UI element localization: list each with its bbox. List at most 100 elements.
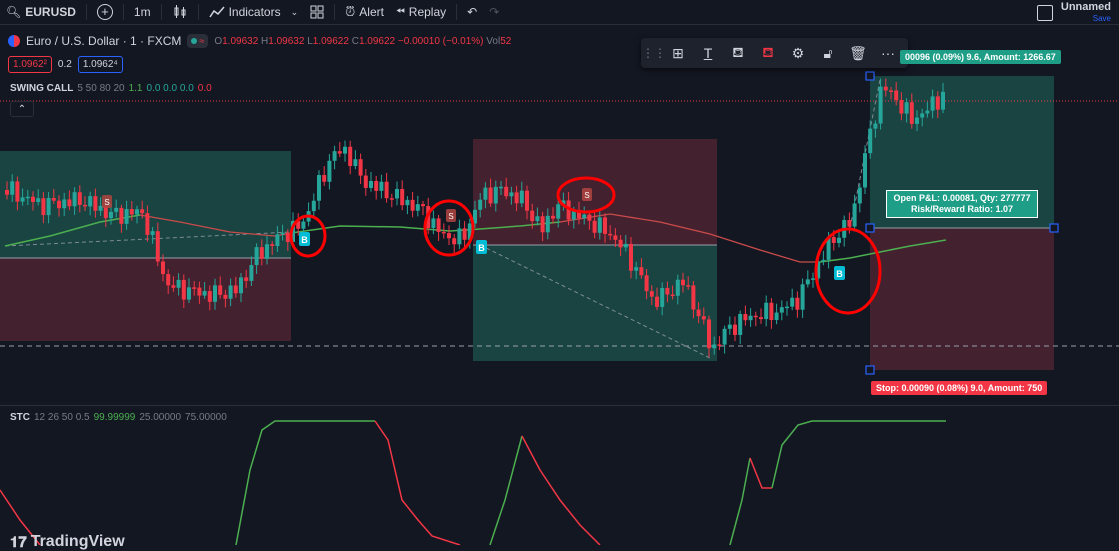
candle-body bbox=[873, 123, 878, 129]
candle-body bbox=[436, 218, 441, 232]
indicator-params: 5 50 80 20 bbox=[77, 83, 125, 94]
candle-body bbox=[759, 317, 763, 320]
paint-bucket-icon: ⛾ bbox=[732, 43, 744, 60]
candle-body bbox=[603, 217, 607, 234]
stc-line bbox=[749, 457, 772, 489]
line-color-button[interactable]: ⛾ bbox=[723, 38, 753, 68]
candle-body bbox=[717, 344, 722, 346]
candle-body bbox=[114, 207, 119, 212]
symbol-title[interactable]: Euro / U.S. Dollar · 1 · FXCM bbox=[26, 34, 181, 48]
candle-body bbox=[639, 267, 644, 276]
tradingview-logo[interactable]: 𝟏𝟕 TradingView bbox=[10, 533, 125, 551]
candle-body bbox=[384, 181, 389, 199]
candle-body bbox=[140, 209, 145, 214]
candle-body bbox=[915, 117, 919, 124]
price-chart[interactable]: B B B S S S bbox=[0, 0, 1119, 545]
drag-handle[interactable]: ⋮⋮ bbox=[642, 38, 666, 68]
candle-body bbox=[119, 207, 124, 224]
candle-body bbox=[493, 186, 498, 204]
candle-body bbox=[748, 315, 753, 321]
candle-body bbox=[452, 238, 457, 245]
fill-color-button[interactable]: ⛾ bbox=[753, 38, 783, 68]
stc-line bbox=[729, 457, 751, 545]
fill-bucket-icon: ⛾ bbox=[762, 43, 774, 60]
more-button[interactable]: ··· bbox=[873, 38, 903, 68]
indicator-value: 0.0 0.0 0.0 bbox=[146, 83, 194, 94]
position-handle[interactable] bbox=[865, 223, 875, 233]
candle-body bbox=[270, 244, 275, 247]
wave-icon: ≈ bbox=[199, 36, 205, 46]
indicator-value: 25.00000 bbox=[139, 412, 182, 423]
lock-button[interactable]: 🔓︎ bbox=[813, 38, 843, 68]
candle-body bbox=[883, 86, 888, 91]
candle-body bbox=[909, 102, 914, 124]
candle-body bbox=[124, 209, 129, 224]
drawing-toolbar: ⋮⋮ ⊞ T ⛾ ⛾ ⚙ 🔓︎ 🗑︎ ··· bbox=[641, 38, 908, 68]
candle-body bbox=[36, 198, 41, 202]
candle-body bbox=[280, 232, 285, 235]
candle-body bbox=[655, 296, 659, 307]
market-status[interactable]: ≈ bbox=[187, 34, 209, 48]
target-label[interactable]: 00096 (0.09%) 9.6, Amount: 1266.67 bbox=[900, 50, 1061, 64]
candle-body bbox=[176, 279, 181, 288]
text-button[interactable]: T bbox=[693, 38, 723, 68]
stc-legend[interactable]: STC 12 26 50 0.5 99.99999 25.00000 75.00… bbox=[10, 412, 227, 423]
candle-body bbox=[811, 278, 815, 280]
gear-icon: ⚙ bbox=[791, 44, 805, 61]
svg-text:B: B bbox=[301, 235, 308, 245]
indicator-value: 0.0 bbox=[197, 83, 212, 94]
candle-body bbox=[337, 151, 342, 154]
candle-body bbox=[790, 297, 795, 307]
indicator-name: STC bbox=[10, 412, 30, 423]
candle-body bbox=[317, 175, 321, 201]
swing-call-legend[interactable]: SWING CALL 5 50 80 20 1.1 0.0 0.0 0.0 0.… bbox=[10, 83, 212, 94]
candle-body bbox=[358, 159, 363, 176]
sell-signal: S bbox=[582, 188, 592, 201]
svg-text:S: S bbox=[104, 198, 109, 207]
bid-price-button[interactable]: 1.0962² bbox=[8, 56, 52, 73]
logo-text: TradingView bbox=[30, 533, 125, 550]
candle-body bbox=[644, 275, 649, 292]
candle-body bbox=[727, 324, 732, 329]
ask-price-button[interactable]: 1.0962⁴ bbox=[77, 56, 123, 73]
candle-body bbox=[634, 267, 639, 271]
candle-body bbox=[395, 188, 399, 199]
candle-body bbox=[701, 316, 706, 320]
loss-zone bbox=[0, 258, 291, 341]
delete-button[interactable]: 🗑︎ bbox=[843, 38, 873, 68]
candle-body bbox=[665, 287, 670, 295]
tv-logo-icon: 𝟏𝟕 bbox=[10, 533, 27, 551]
position-handle[interactable] bbox=[865, 365, 875, 375]
candle-body bbox=[712, 344, 717, 349]
stc-oscillator bbox=[0, 420, 946, 545]
stc-line bbox=[374, 420, 461, 545]
add-template-button[interactable]: ⊞ bbox=[663, 38, 693, 68]
chevron-up-icon: ⌃ bbox=[17, 103, 27, 115]
candle-body bbox=[447, 233, 451, 239]
candle-body bbox=[145, 213, 150, 235]
candle-body bbox=[249, 265, 254, 281]
candle-body bbox=[181, 279, 186, 300]
candle-body bbox=[415, 204, 420, 211]
candle-body bbox=[800, 284, 805, 310]
settings-button[interactable]: ⚙ bbox=[783, 38, 813, 68]
candle-body bbox=[483, 187, 488, 200]
candle-body bbox=[150, 231, 155, 235]
candle-body bbox=[109, 211, 113, 219]
position-handle[interactable] bbox=[865, 71, 875, 81]
candle-body bbox=[72, 192, 77, 207]
candle-body bbox=[592, 220, 597, 233]
candle-body bbox=[769, 302, 774, 321]
stop-label[interactable]: Stop: 0.00090 (0.08%) 9.0, Amount: 750 bbox=[871, 381, 1048, 395]
position-handle[interactable] bbox=[1049, 223, 1059, 233]
candle-body bbox=[863, 153, 867, 188]
pane-divider[interactable] bbox=[0, 405, 1119, 406]
collapse-legend-button[interactable]: ⌃ bbox=[10, 101, 34, 117]
candle-body bbox=[478, 199, 483, 210]
buy-signal: B bbox=[299, 232, 310, 246]
open-pnl-label[interactable]: Open P&L: 0.00081, Qty: 277777 Risk/Rewa… bbox=[886, 190, 1038, 218]
candle-body bbox=[733, 324, 737, 335]
candle-body bbox=[311, 200, 316, 212]
loss-zone bbox=[870, 228, 1054, 370]
ohlc-values: O1.09632 H1.09632 L1.09622 C1.09622 −0.0… bbox=[214, 35, 512, 47]
